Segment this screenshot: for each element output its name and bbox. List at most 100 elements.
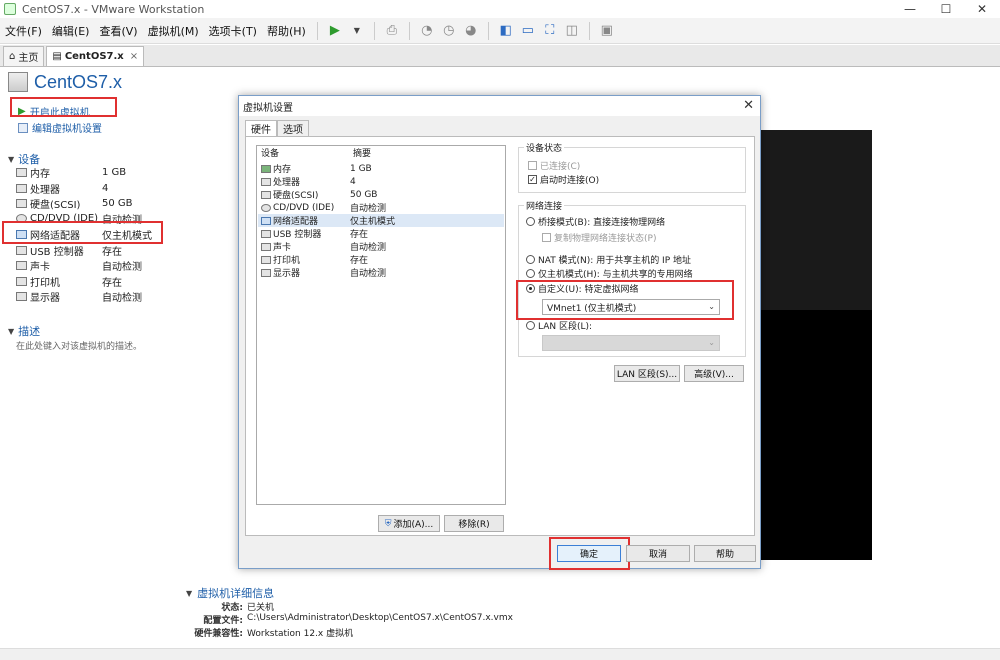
radio-icon: [526, 255, 535, 264]
tab-vm-label: CentOS7.x: [64, 51, 124, 62]
remove-device-button[interactable]: 移除(R): [444, 515, 504, 532]
add-device-button[interactable]: ⛨ 添加(A)...: [378, 515, 440, 532]
detail-value: Workstation 12.x 虚拟机: [247, 629, 354, 639]
sound-icon: [261, 242, 271, 251]
list-item-name: 打印机: [273, 256, 301, 266]
radio-icon: [526, 269, 535, 278]
list-item[interactable]: 内存 1 GB: [258, 162, 504, 175]
toolbar-separator: [588, 21, 590, 40]
collapse-icon: ▼: [8, 326, 15, 336]
lan-segments-button[interactable]: LAN 区段(S)...: [614, 365, 680, 382]
window-title: CentOS7.x - VMware Workstation: [22, 2, 205, 16]
lan-segment-select[interactable]: ⌄: [542, 335, 720, 351]
column-header-device[interactable]: 设备: [257, 146, 349, 160]
list-item[interactable]: 处理器 4: [258, 175, 504, 188]
list-item-value: 50 GB: [350, 189, 378, 200]
revert-snapshot-icon[interactable]: ◷: [439, 21, 459, 41]
show-library-icon[interactable]: ◧: [496, 21, 516, 41]
lan-segment-label: LAN 区段(L):: [538, 322, 593, 332]
list-item-value: 仅主机模式: [350, 217, 396, 227]
power-on-icon[interactable]: ▶: [325, 21, 345, 41]
thumbnail-bar-icon[interactable]: ▭: [518, 21, 538, 41]
unity-icon[interactable]: ◫: [562, 21, 582, 41]
console-view-icon[interactable]: ▣: [597, 21, 617, 41]
device-row-memory[interactable]: 内存 1 GB: [16, 165, 176, 180]
detail-key: 硬件兼容性:: [194, 629, 243, 639]
dialog-close-icon[interactable]: ✕: [743, 98, 754, 113]
device-name: USB 控制器: [30, 247, 84, 258]
list-item[interactable]: CD/DVD (IDE) 自动检测: [258, 201, 504, 214]
status-bar: [0, 648, 1000, 660]
list-item[interactable]: 打印机 存在: [258, 253, 504, 266]
device-name: 声卡: [30, 262, 50, 273]
device-row-disk[interactable]: 硬盘(SCSI) 50 GB: [16, 196, 176, 211]
lan-segment-radio[interactable]: LAN 区段(L):: [526, 319, 592, 332]
device-row-cpu[interactable]: 处理器 4: [16, 181, 176, 196]
close-window-button[interactable]: ✕: [964, 0, 1000, 18]
menu-edit[interactable]: 编辑(E): [47, 23, 95, 39]
tab-home-label: 主页: [18, 53, 39, 64]
menu-tabs[interactable]: 选项卡(T): [204, 23, 262, 39]
collapse-icon: ▼: [8, 154, 15, 164]
list-item[interactable]: USB 控制器 存在: [258, 227, 504, 240]
snapshot-icon[interactable]: ◔: [417, 21, 437, 41]
nat-radio[interactable]: NAT 模式(N): 用于共享主机的 IP 地址: [526, 253, 691, 266]
host-only-radio[interactable]: 仅主机模式(H): 与主机共享的专用网络: [526, 267, 693, 280]
disk-icon: [261, 190, 271, 199]
checkbox-icon: [542, 233, 551, 242]
vm-settings-dialog: 虚拟机设置 ✕ 硬件 选项 设备 摘要 内存 1 GB 处理器 4 硬盘(SCS…: [238, 95, 761, 570]
description-placeholder[interactable]: 在此处键入对该虚拟机的描述。: [16, 339, 142, 352]
device-value: 存在: [102, 278, 122, 289]
device-value: 1 GB: [102, 167, 127, 178]
help-button[interactable]: 帮助: [694, 545, 756, 562]
replicate-label: 复制物理网络连接状态(P): [554, 234, 657, 244]
device-row-printer[interactable]: 打印机 存在: [16, 274, 176, 289]
collapse-icon: ▼: [186, 588, 193, 598]
advanced-button[interactable]: 高级(V)...: [684, 365, 744, 382]
list-item-name: USB 控制器: [273, 230, 322, 240]
menu-help[interactable]: 帮助(H): [262, 23, 311, 39]
usb-icon: [261, 229, 271, 238]
device-value: 自动检测: [102, 293, 142, 304]
connected-checkbox[interactable]: 已连接(C): [528, 159, 580, 172]
device-list-header: 设备 摘要: [257, 146, 505, 160]
device-row-usb[interactable]: USB 控制器 存在: [16, 243, 176, 258]
device-name: 内存: [30, 169, 50, 180]
printer-icon: [261, 255, 271, 264]
maximize-button[interactable]: ☐: [928, 0, 964, 18]
list-item[interactable]: 硬盘(SCSI) 50 GB: [258, 188, 504, 201]
tab-options[interactable]: 选项: [277, 120, 309, 136]
column-header-summary[interactable]: 摘要: [349, 146, 371, 160]
vm-details-header[interactable]: ▼ 虚拟机详细信息: [186, 585, 274, 601]
list-item[interactable]: 声卡 自动检测: [258, 240, 504, 253]
menu-vm[interactable]: 虚拟机(M): [143, 23, 204, 39]
bridged-radio[interactable]: 桥接模式(B): 直接连接物理网络: [526, 215, 665, 228]
close-tab-icon[interactable]: ×: [130, 51, 138, 62]
list-item-name: 声卡: [273, 243, 292, 253]
minimize-button[interactable]: —: [892, 0, 928, 18]
list-item-value: 自动检测: [350, 204, 387, 214]
send-keys-icon[interactable]: ⎙: [382, 21, 402, 41]
tab-home[interactable]: ⌂ 主页: [3, 46, 45, 66]
description-section-header[interactable]: ▼ 描述: [8, 323, 40, 339]
list-item[interactable]: 显示器 自动检测: [258, 266, 504, 279]
chevron-down-icon: ⌄: [708, 338, 715, 347]
tab-hardware[interactable]: 硬件: [245, 120, 277, 136]
memory-icon: [261, 164, 271, 173]
vm-name: CentOS7.x: [34, 71, 123, 92]
toolbar-separator: [487, 21, 489, 40]
device-row-display[interactable]: 显示器 自动检测: [16, 289, 176, 304]
fullscreen-icon[interactable]: ⛶: [540, 21, 560, 41]
cancel-button[interactable]: 取消: [626, 545, 690, 562]
edit-vm-settings-link[interactable]: 编辑虚拟机设置: [18, 120, 102, 135]
tab-vm[interactable]: ▤ CentOS7.x ×: [46, 46, 145, 66]
toolbar-separator: [316, 21, 318, 40]
replicate-state-checkbox[interactable]: 复制物理网络连接状态(P): [542, 231, 656, 244]
menu-file[interactable]: 文件(F): [0, 23, 47, 39]
snapshot-manager-icon[interactable]: ◕: [461, 21, 481, 41]
menu-view[interactable]: 查看(V): [94, 23, 142, 39]
connect-at-power-on-checkbox[interactable]: ✓ 启动时连接(O): [528, 173, 599, 186]
list-item-selected[interactable]: 网络适配器 仅主机模式: [258, 214, 504, 227]
device-row-sound[interactable]: 声卡 自动检测: [16, 258, 176, 273]
chevron-down-icon[interactable]: ▼: [347, 21, 367, 41]
